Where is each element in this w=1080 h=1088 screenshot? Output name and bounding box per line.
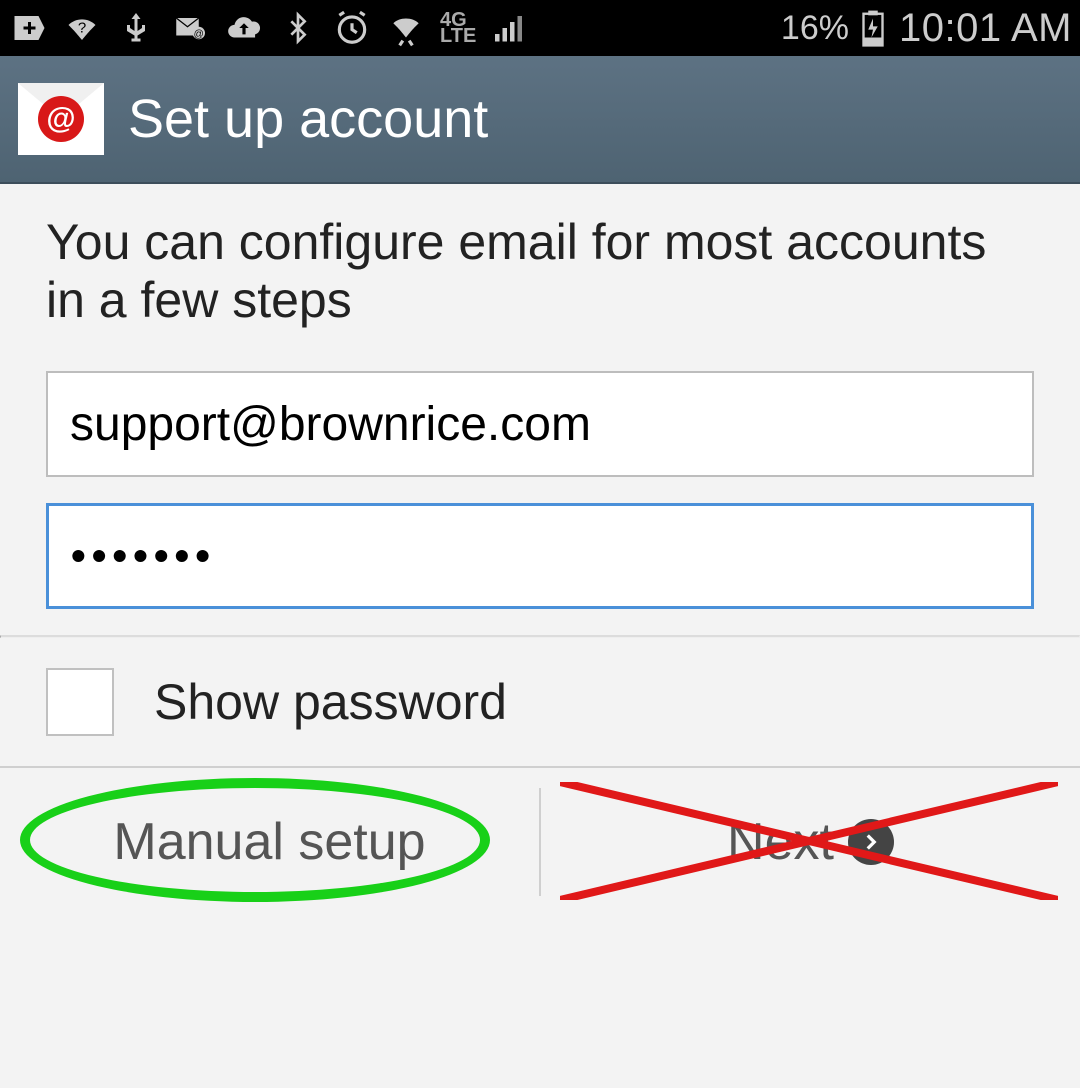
- page-title: Set up account: [128, 88, 488, 150]
- wifi-question-icon: ?: [62, 8, 102, 48]
- svg-text:@: @: [194, 29, 204, 40]
- email-field[interactable]: support@brownrice.com: [46, 371, 1034, 477]
- manual-setup-label: Manual setup: [113, 812, 425, 872]
- status-bar: ? @ 4GLTE 16% 10:01 AM: [0, 0, 1080, 56]
- password-field[interactable]: •••••••: [46, 503, 1034, 609]
- bottom-bar: Manual setup Next: [0, 766, 1080, 916]
- show-password-label: Show password: [154, 673, 507, 731]
- intro-text: You can configure email for most account…: [46, 214, 1034, 329]
- show-password-checkbox[interactable]: [46, 668, 114, 736]
- next-label: Next: [727, 812, 834, 872]
- email-app-icon: @: [18, 83, 104, 155]
- next-button[interactable]: Next: [541, 768, 1080, 916]
- chevron-right-icon: [848, 819, 894, 865]
- svg-text:?: ?: [78, 20, 86, 37]
- cloud-upload-icon: [224, 8, 264, 48]
- status-icons-left: ? @ 4GLTE: [8, 8, 777, 48]
- alarm-icon: [332, 8, 372, 48]
- at-symbol-icon: @: [38, 96, 84, 142]
- battery-charging-icon: [853, 8, 893, 48]
- plus-badge-icon: [8, 8, 48, 48]
- bluetooth-icon: [278, 8, 318, 48]
- mail-at-icon: @: [170, 8, 210, 48]
- show-password-row[interactable]: Show password: [0, 638, 1080, 766]
- clock: 10:01 AM: [899, 6, 1072, 51]
- email-value: support@brownrice.com: [70, 397, 591, 452]
- manual-setup-button[interactable]: Manual setup: [0, 768, 539, 916]
- wifi-arrows-icon: [386, 8, 426, 48]
- signal-bars-icon: [490, 8, 530, 48]
- title-bar: @ Set up account: [0, 56, 1080, 184]
- password-value: •••••••: [71, 532, 216, 580]
- network-type-label: 4GLTE: [440, 12, 476, 44]
- battery-percentage: 16%: [781, 9, 849, 48]
- usb-icon: [116, 8, 156, 48]
- content-area: You can configure email for most account…: [0, 184, 1080, 609]
